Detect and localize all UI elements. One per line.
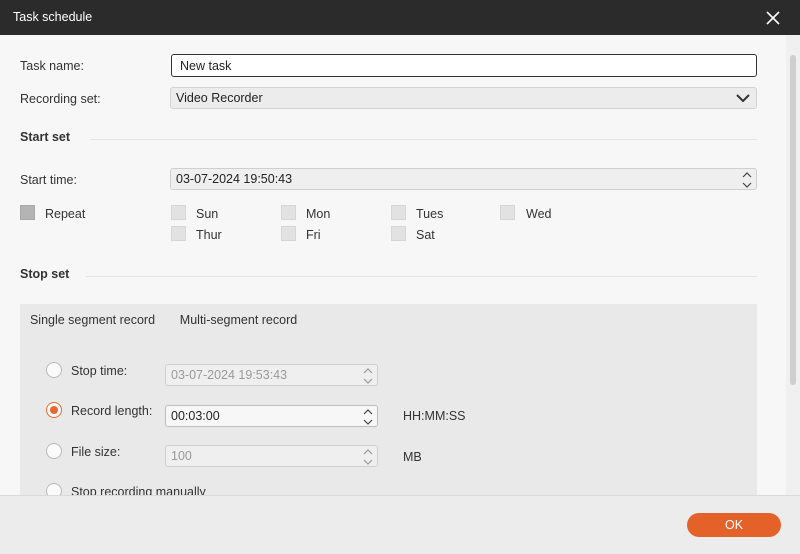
scrollbar[interactable] bbox=[786, 35, 800, 495]
spin-arrows-icon[interactable] bbox=[362, 447, 374, 467]
dialog-footer: OK bbox=[0, 495, 800, 554]
repeat-label: Repeat bbox=[45, 207, 86, 221]
wed-checkbox[interactable] bbox=[500, 205, 515, 220]
fri-label: Fri bbox=[306, 228, 321, 242]
stop-time-value: 03-07-2024 19:53:43 bbox=[171, 368, 288, 382]
stop-time-spinbox[interactable]: 03-07-2024 19:53:43 bbox=[165, 364, 378, 386]
recording-set-select[interactable]: Video Recorder bbox=[170, 87, 757, 109]
record-length-spinbox[interactable]: 00:03:00 bbox=[165, 405, 378, 427]
stop-time-radio[interactable] bbox=[46, 362, 62, 378]
tab-single-segment[interactable]: Single segment record bbox=[20, 304, 165, 340]
tues-label: Tues bbox=[416, 207, 444, 221]
close-icon[interactable] bbox=[764, 9, 782, 27]
start-time-label: Start time: bbox=[20, 173, 77, 187]
recording-set-value: Video Recorder bbox=[176, 91, 263, 105]
stop-set-divider bbox=[86, 276, 757, 277]
thur-checkbox[interactable] bbox=[171, 226, 186, 241]
start-time-spinbox[interactable]: 03-07-2024 19:50:43 bbox=[170, 168, 757, 190]
record-length-label: Record length: bbox=[71, 404, 153, 418]
stop-time-label: Stop time: bbox=[71, 364, 128, 378]
task-name-label: Task name: bbox=[20, 59, 84, 73]
sun-label: Sun bbox=[196, 207, 219, 221]
file-size-value: 100 bbox=[171, 449, 192, 463]
tab-multi-segment[interactable]: Multi-segment record bbox=[165, 304, 312, 340]
stop-set-heading: Stop set bbox=[20, 267, 70, 281]
scrollbar-thumb[interactable] bbox=[790, 55, 796, 385]
repeat-checkbox[interactable] bbox=[20, 205, 35, 220]
spin-arrows-icon[interactable] bbox=[362, 407, 374, 427]
sat-label: Sat bbox=[416, 228, 435, 242]
file-size-label: File size: bbox=[71, 445, 121, 459]
recording-set-label: Recording set: bbox=[20, 92, 101, 106]
file-size-radio[interactable] bbox=[46, 443, 62, 459]
ok-button[interactable]: OK bbox=[687, 513, 781, 537]
spin-arrows-icon[interactable] bbox=[362, 366, 374, 386]
start-set-heading: Start set bbox=[20, 130, 71, 144]
file-size-spinbox[interactable]: 100 bbox=[165, 445, 378, 467]
task-name-input[interactable]: New task bbox=[171, 54, 757, 77]
spin-arrows-icon[interactable] bbox=[741, 170, 753, 190]
dialog-content: Task name: New task Recording set: Video… bbox=[0, 35, 786, 495]
record-length-unit: HH:MM:SS bbox=[403, 409, 466, 423]
stop-manually-radio[interactable] bbox=[46, 483, 62, 495]
file-size-unit: MB bbox=[403, 450, 422, 464]
record-length-value: 00:03:00 bbox=[171, 409, 220, 423]
fri-checkbox[interactable] bbox=[281, 226, 296, 241]
title-bar: Task schedule bbox=[0, 0, 800, 35]
record-length-radio[interactable] bbox=[46, 402, 62, 418]
chevron-down-icon bbox=[736, 94, 750, 103]
sat-checkbox[interactable] bbox=[391, 226, 406, 241]
stop-manually-label: Stop recording manually bbox=[71, 485, 206, 495]
mon-checkbox[interactable] bbox=[281, 205, 296, 220]
tues-checkbox[interactable] bbox=[391, 205, 406, 220]
sun-checkbox[interactable] bbox=[171, 205, 186, 220]
wed-label: Wed bbox=[526, 207, 552, 221]
start-time-value: 03-07-2024 19:50:43 bbox=[176, 172, 293, 186]
window-title: Task schedule bbox=[13, 10, 93, 24]
start-set-divider bbox=[90, 139, 757, 140]
mon-label: Mon bbox=[306, 207, 331, 221]
thur-label: Thur bbox=[196, 228, 222, 242]
